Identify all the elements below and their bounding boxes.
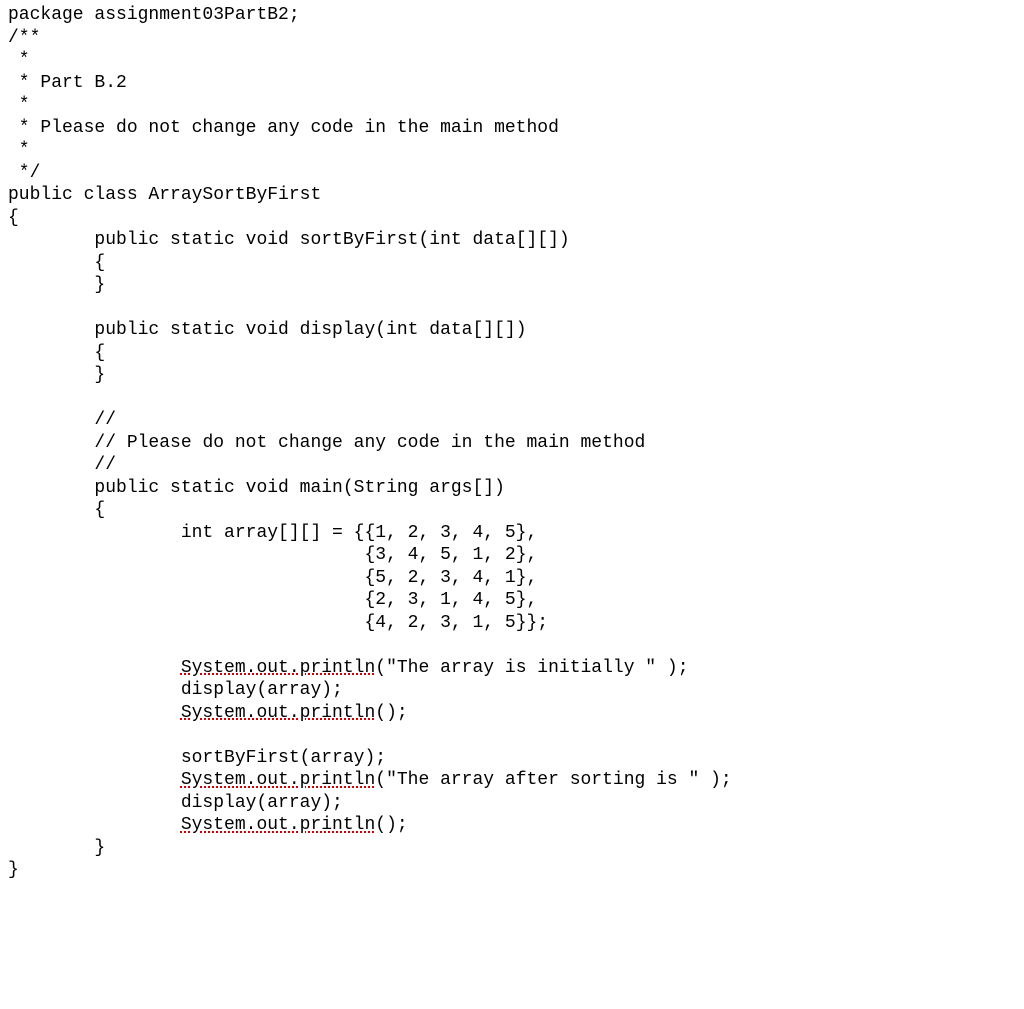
code-line: {5, 2, 3, 4, 1},: [8, 568, 537, 588]
code-line: }: [8, 365, 105, 385]
code-line: *: [8, 95, 30, 115]
code-line: display(array);: [8, 793, 343, 813]
code-line: *: [8, 140, 30, 160]
spell-error: System.out.println: [181, 658, 375, 678]
code-line: //: [8, 410, 116, 430]
code-line: public class ArraySortByFirst: [8, 185, 321, 205]
code-line: display(array);: [8, 680, 343, 700]
code-line: System.out.println();: [8, 703, 408, 723]
code-line: {2, 3, 1, 4, 5},: [8, 590, 537, 610]
code-line: package assignment03PartB2;: [8, 5, 300, 25]
code-line: {: [8, 500, 105, 520]
code-line: */: [8, 163, 40, 183]
code-line: System.out.println();: [8, 815, 408, 835]
code-line: // Please do not change any code in the …: [8, 433, 645, 453]
code-line: }: [8, 860, 19, 880]
code-line: public static void main(String args[]): [8, 478, 505, 498]
spell-error: System.out.println: [181, 770, 375, 790]
code-line: //: [8, 455, 116, 475]
code-line: System.out.println("The array is initial…: [8, 658, 689, 678]
code-line: }: [8, 275, 105, 295]
spell-error: System.out.println: [181, 703, 375, 723]
code-line: public static void sortByFirst(int data[…: [8, 230, 570, 250]
code-line: * Part B.2: [8, 73, 127, 93]
code-line: {: [8, 253, 105, 273]
code-line: int array[][] = {{1, 2, 3, 4, 5},: [8, 523, 537, 543]
code-line: *: [8, 50, 30, 70]
code-line: /**: [8, 28, 40, 48]
code-line: * Please do not change any code in the m…: [8, 118, 559, 138]
code-line: {: [8, 343, 105, 363]
code-line: {3, 4, 5, 1, 2},: [8, 545, 537, 565]
code-line: {4, 2, 3, 1, 5}};: [8, 613, 548, 633]
code-line: }: [8, 838, 105, 858]
spell-error: System.out.println: [181, 815, 375, 835]
code-block: package assignment03PartB2; /** * * Part…: [0, 0, 1024, 886]
code-line: System.out.println("The array after sort…: [8, 770, 732, 790]
code-line: {: [8, 208, 19, 228]
code-line: sortByFirst(array);: [8, 748, 386, 768]
code-line: public static void display(int data[][]): [8, 320, 527, 340]
